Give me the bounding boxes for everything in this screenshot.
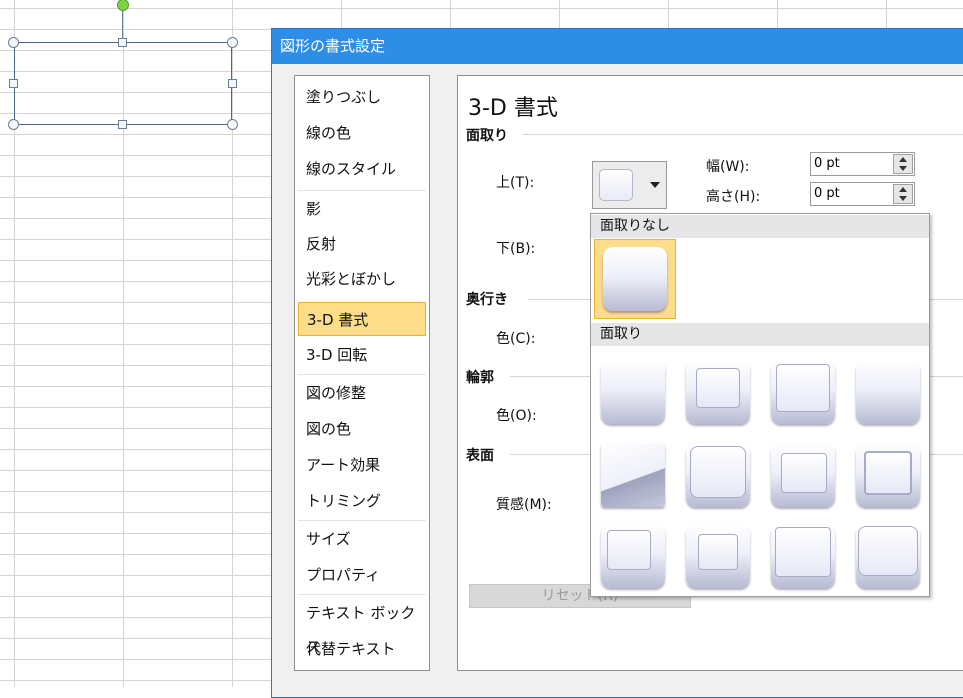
bevel-shape: [856, 360, 920, 424]
category-list: 塗りつぶし 線の色 線のスタイル 影 反射 光彩とぼかし 3-D 書式 3-D …: [294, 75, 430, 671]
selected-shape[interactable]: [14, 42, 232, 125]
resize-handle-top-left[interactable]: [8, 37, 19, 48]
bevel-shape: [601, 443, 665, 507]
height-spinbox[interactable]: 0 pt: [810, 182, 915, 206]
bevel-inner: [781, 453, 827, 493]
nav-item-fill[interactable]: 塗りつぶし: [298, 80, 426, 114]
nav-item-picture-color[interactable]: 図の色: [298, 412, 426, 446]
nav-separator: [298, 520, 426, 521]
nav-item-3d-rotation[interactable]: 3-D 回転: [298, 338, 426, 372]
spin-up-icon: [899, 157, 907, 162]
dropdown-arrow-icon: [650, 182, 660, 188]
spin-down-icon: [899, 196, 907, 201]
width-spin-button[interactable]: [893, 154, 913, 174]
bevel-header: 面取り: [591, 323, 929, 346]
width-spinbox[interactable]: 0 pt: [810, 152, 915, 176]
bevel-option-relaxed-inset[interactable]: [682, 356, 754, 428]
nav-separator: [298, 190, 426, 191]
nav-item-glow-soft-edges[interactable]: 光彩とぼかし: [298, 262, 426, 296]
resize-handle-top-right[interactable]: [227, 37, 238, 48]
bevel-inner: [864, 451, 912, 495]
bevel-inner: [607, 530, 651, 570]
contour-group-label: 輪郭: [466, 370, 494, 386]
nav-item-properties[interactable]: プロパティ: [298, 558, 426, 592]
bevel-inner: [775, 527, 831, 577]
bevel-option-slope[interactable]: [852, 439, 924, 511]
nav-item-shadow[interactable]: 影: [298, 192, 426, 226]
nav-separator: [298, 594, 426, 595]
spin-down-icon: [899, 166, 907, 171]
surface-group-label: 表面: [466, 448, 494, 464]
bevel-inner: [698, 534, 738, 570]
height-spin-button[interactable]: [893, 184, 913, 204]
bevel-option-art-deco[interactable]: [852, 520, 924, 592]
bevel-inner: [690, 446, 746, 498]
bevel-preview-swatch: [599, 169, 633, 201]
top-label: 上(T):: [496, 175, 535, 191]
bevel-option-cool-slant[interactable]: [852, 356, 924, 428]
resize-handle-bottom-left[interactable]: [8, 119, 19, 130]
resize-handle-top[interactable]: [118, 38, 127, 47]
nav-item-line-color[interactable]: 線の色: [298, 116, 426, 150]
height-value: 0 pt: [814, 186, 840, 201]
nav-item-3d-format[interactable]: 3-D 書式: [298, 302, 426, 336]
bevel-group-label: 面取り: [466, 128, 508, 144]
width-label: 幅(W):: [706, 159, 750, 175]
bevel-option-circle[interactable]: [597, 356, 669, 428]
bevel-inner: [776, 364, 830, 412]
bevel-inner: [696, 368, 740, 408]
bevel-top-dropdown[interactable]: [592, 161, 667, 209]
nav-item-reflection[interactable]: 反射: [298, 227, 426, 261]
nav-item-line-style[interactable]: 線のスタイル: [298, 152, 426, 186]
material-label: 質感(M):: [496, 497, 552, 513]
bevel-option-soft-round[interactable]: [682, 439, 754, 511]
nav-item-size[interactable]: サイズ: [298, 522, 426, 556]
nav-item-picture-corrections[interactable]: 図の修整: [298, 376, 426, 410]
depth-group-label: 奥行き: [466, 292, 508, 308]
group-divider: [523, 134, 963, 135]
bottom-label: 下(B):: [496, 241, 536, 257]
no-bevel-header: 面取りなし: [591, 215, 929, 238]
nav-item-text-box[interactable]: テキスト ボックス: [298, 596, 426, 656]
nav-item-crop[interactable]: トリミング: [298, 484, 426, 518]
resize-handle-bottom-right[interactable]: [227, 119, 238, 130]
bevel-shape: [603, 247, 667, 311]
bevel-gallery-popup: 面取りなし 面取り: [590, 213, 930, 597]
depth-color-label: 色(C):: [496, 331, 536, 347]
dialog-title[interactable]: 図形の書式設定: [272, 29, 963, 64]
nav-separator: [298, 374, 426, 375]
bevel-shape: [601, 360, 665, 424]
bevel-option-divot[interactable]: [597, 520, 669, 592]
spin-up-icon: [899, 187, 907, 192]
bevel-option-cross[interactable]: [767, 356, 839, 428]
bevel-option-none[interactable]: [594, 239, 676, 319]
resize-handle-left[interactable]: [9, 79, 18, 88]
width-value: 0 pt: [814, 156, 840, 171]
bevel-option-convex[interactable]: [767, 439, 839, 511]
resize-handle-bottom[interactable]: [118, 120, 127, 129]
contour-color-label: 色(O):: [496, 408, 537, 424]
bevel-option-riblet[interactable]: [682, 520, 754, 592]
resize-handle-right[interactable]: [228, 79, 237, 88]
panel-title: 3-D 書式: [468, 96, 558, 121]
bevel-inner: [858, 526, 918, 576]
bevel-option-hard-edge[interactable]: [767, 520, 839, 592]
height-label: 高さ(H):: [706, 189, 761, 205]
nav-item-alt-text[interactable]: 代替テキスト: [298, 632, 426, 666]
nav-item-artistic-effects[interactable]: アート効果: [298, 448, 426, 482]
bevel-option-angle[interactable]: [597, 439, 669, 511]
